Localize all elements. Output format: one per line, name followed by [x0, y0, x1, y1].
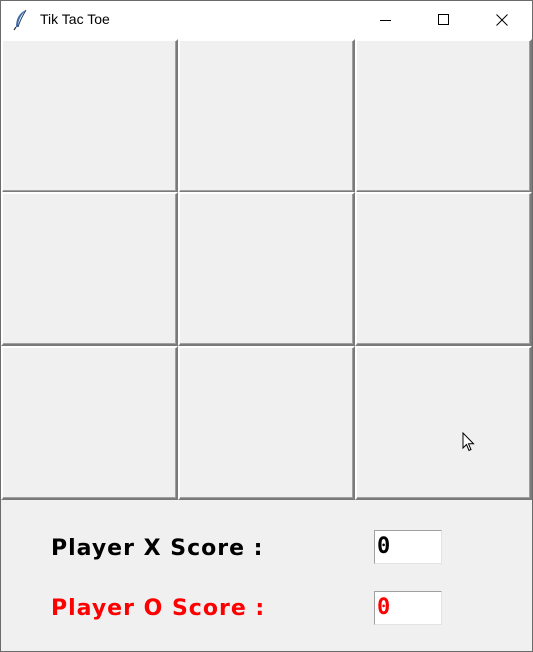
board-cell-8[interactable]	[178, 346, 355, 500]
board-cell-9[interactable]	[355, 346, 532, 500]
game-board	[1, 39, 532, 501]
board-cell-7[interactable]	[1, 346, 178, 500]
minimize-icon	[380, 20, 391, 21]
board-cell-1[interactable]	[1, 39, 178, 193]
close-button[interactable]	[473, 1, 531, 39]
maximize-button[interactable]	[415, 1, 473, 39]
mouse-cursor-icon	[462, 432, 475, 452]
minimize-button[interactable]	[357, 1, 415, 39]
player-x-score-label: Player X Score :	[51, 536, 264, 561]
board-cell-4[interactable]	[1, 192, 178, 346]
board-cell-2[interactable]	[178, 39, 355, 193]
player-x-score-field[interactable]: 0	[374, 530, 442, 564]
board-cell-5[interactable]	[178, 192, 355, 346]
player-o-score-field[interactable]: 0	[374, 591, 442, 625]
board-cell-6[interactable]	[355, 192, 532, 346]
maximize-icon	[438, 14, 449, 25]
player-o-score-label: Player O Score :	[51, 596, 266, 621]
feather-icon	[13, 9, 29, 31]
board-cell-3[interactable]	[355, 39, 532, 193]
title-bar[interactable]: Tik Tac Toe	[1, 1, 532, 39]
score-panel: Player X Score : 0 Player O Score : 0	[1, 501, 532, 651]
window-title: Tik Tac Toe	[40, 11, 110, 27]
close-icon	[496, 14, 508, 26]
app-window: Tik Tac Toe Player X Score : 0 Player O …	[0, 0, 533, 652]
